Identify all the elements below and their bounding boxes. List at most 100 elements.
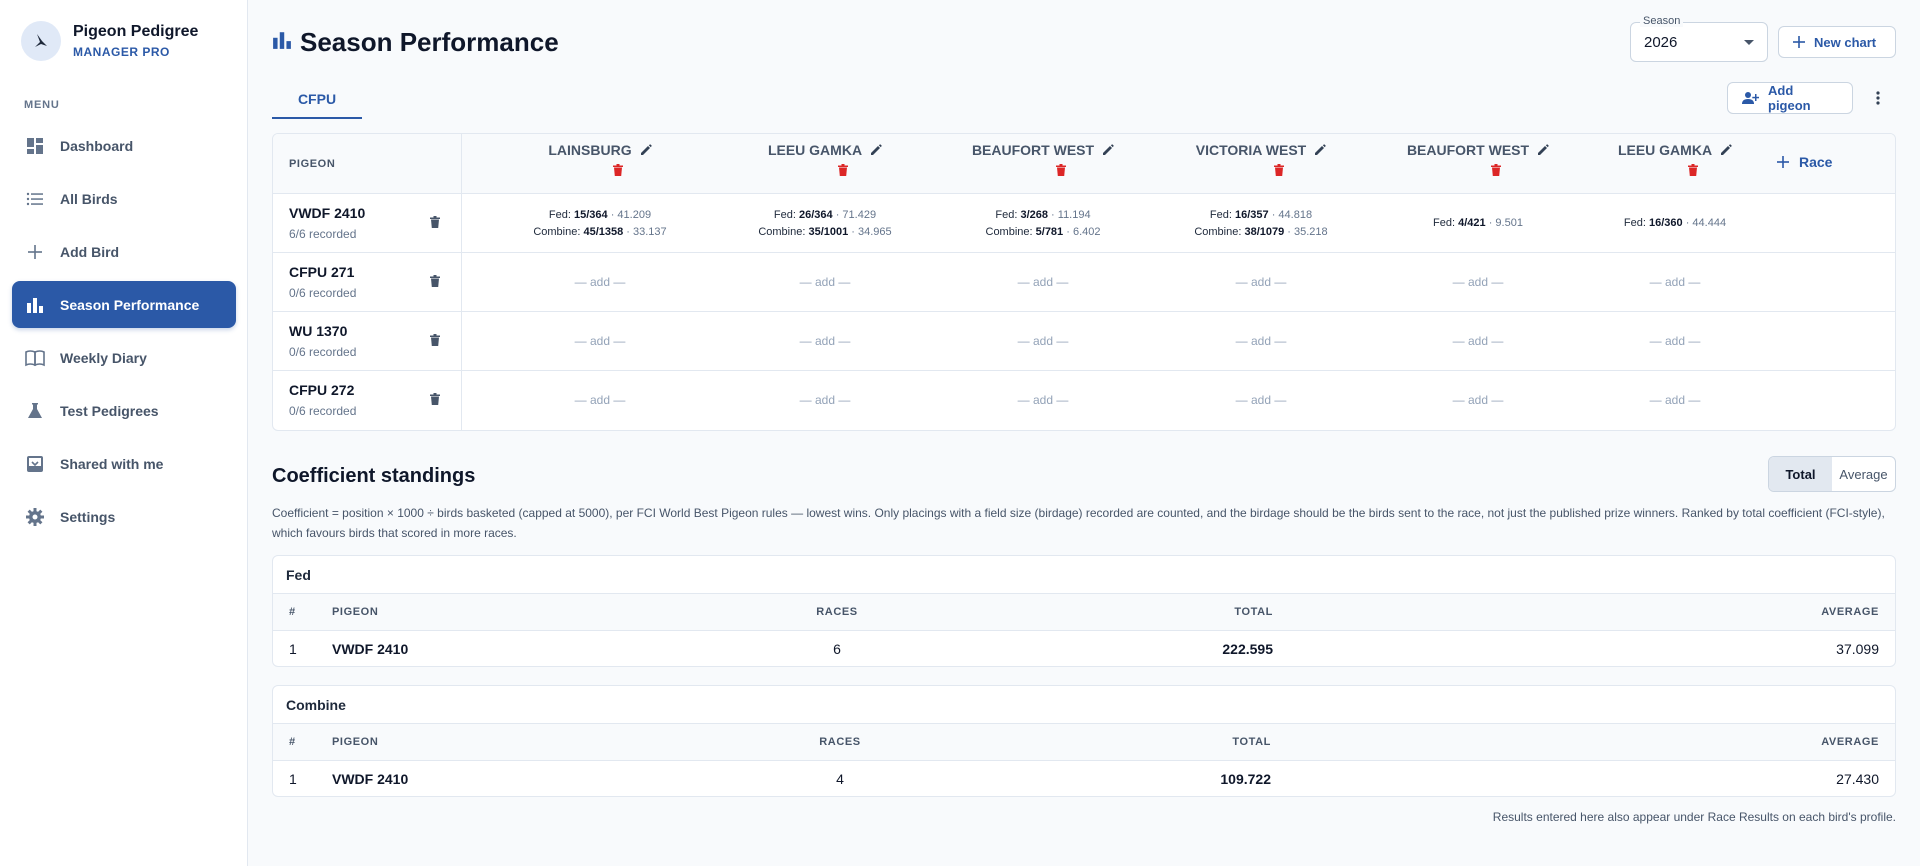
pigeon-ring-number[interactable]: WU 1370 bbox=[289, 323, 347, 339]
edit-race-icon[interactable] bbox=[1720, 144, 1732, 156]
sidebar-item-test-pedigrees[interactable]: Test Pedigrees bbox=[12, 387, 236, 434]
add-result-cell[interactable]: — add — bbox=[1575, 253, 1775, 312]
combine-placing: 38/1079 bbox=[1244, 225, 1285, 238]
fed-label: Fed: bbox=[548, 208, 571, 221]
edit-race-icon[interactable] bbox=[1537, 144, 1549, 156]
race-column-header: BEAUFORT WEST bbox=[1378, 134, 1578, 194]
standings-header-row: # PIGEON RACES TOTAL AVERAGE bbox=[273, 724, 1895, 761]
add-pigeon-button[interactable]: Add pigeon bbox=[1727, 82, 1853, 114]
sidebar-item-label: Test Pedigrees bbox=[60, 402, 159, 419]
add-result-cell[interactable]: — add — bbox=[725, 312, 925, 371]
races-column-header: RACES bbox=[816, 606, 858, 618]
races-cell: 4 bbox=[836, 771, 844, 787]
sidebar-item-season-performance[interactable]: Season Performance bbox=[12, 281, 236, 328]
sidebar-item-shared-with-me[interactable]: Shared with me bbox=[12, 440, 236, 487]
add-result-cell[interactable]: — add — bbox=[1161, 253, 1361, 312]
brand-subtitle: MANAGER PRO bbox=[73, 45, 170, 59]
sidebar-item-weekly-diary[interactable]: Weekly Diary bbox=[12, 334, 236, 381]
delete-race-icon[interactable] bbox=[1274, 164, 1284, 176]
edit-race-icon[interactable] bbox=[1102, 144, 1114, 156]
delete-race-icon[interactable] bbox=[1491, 164, 1501, 176]
plus-icon bbox=[1777, 156, 1789, 168]
add-result-cell[interactable]: — add — bbox=[500, 253, 700, 312]
race-column-header: LEEU GAMKA bbox=[1575, 134, 1775, 194]
new-chart-label: New chart bbox=[1814, 34, 1877, 50]
race-result-cell[interactable]: Fed: 16/360 · 44.444 bbox=[1575, 194, 1775, 253]
race-name: LEEU GAMKA bbox=[1617, 142, 1713, 158]
race-column-header: BEAUFORT WEST bbox=[943, 134, 1143, 194]
pigeon-ring-number[interactable]: CFPU 272 bbox=[289, 382, 354, 398]
delete-pigeon-icon[interactable] bbox=[430, 275, 440, 287]
add-result-cell[interactable]: — add — bbox=[725, 253, 925, 312]
add-result-cell[interactable]: — add — bbox=[1575, 371, 1775, 430]
sidebar-nav: Dashboard All Birds Add Bird Season Perf… bbox=[12, 122, 236, 546]
race-result-cell[interactable]: Fed: 4/421 · 9.501 bbox=[1378, 194, 1578, 253]
add-result-cell[interactable]: — add — bbox=[1161, 371, 1361, 430]
add-result-cell[interactable]: — add — bbox=[943, 312, 1143, 371]
total-cell: 109.722 bbox=[1220, 771, 1271, 787]
add-race-button[interactable]: Race bbox=[1777, 154, 1832, 170]
sidebar-item-add-bird[interactable]: Add Bird bbox=[12, 228, 236, 275]
add-result-cell[interactable]: — add — bbox=[1378, 312, 1578, 371]
race-result-cell[interactable]: Fed: 16/357 · 44.818 Combine: 38/1079 · 3… bbox=[1161, 194, 1361, 253]
rank-column-header: # bbox=[289, 606, 296, 618]
delete-race-icon[interactable] bbox=[838, 164, 848, 176]
delete-pigeon-icon[interactable] bbox=[430, 334, 440, 346]
race-result-cell[interactable]: Fed: 3/268 · 11.194 Combine: 5/781 · 6.40… bbox=[943, 194, 1143, 253]
fed-placing: 15/364 bbox=[573, 208, 608, 221]
combine-placing: 45/1358 bbox=[583, 225, 624, 238]
add-result-cell[interactable]: — add — bbox=[1575, 312, 1775, 371]
brand-name: Pigeon Pedigree bbox=[73, 23, 199, 40]
add-result-cell[interactable]: — add — bbox=[1161, 312, 1361, 371]
add-result-cell[interactable]: — add — bbox=[1378, 371, 1578, 430]
add-race-label: Race bbox=[1799, 154, 1833, 170]
combine-result: Combine: 5/781 · 6.402 bbox=[986, 224, 1101, 241]
race-result-cell[interactable]: Fed: 15/364 · 41.209 Combine: 45/1358 · 3… bbox=[500, 194, 700, 253]
table-row: CFPU 272 0/6 recorded — add — — add — — add … bbox=[273, 371, 1895, 430]
table-row[interactable]: 1 VWDF 2410 6 222.595 37.099 bbox=[273, 631, 1895, 666]
fed-placing: 16/357 bbox=[1234, 208, 1269, 221]
tab-bar: CFPU bbox=[272, 83, 1896, 119]
total-column-header: TOTAL bbox=[1234, 606, 1273, 618]
edit-race-icon[interactable] bbox=[870, 144, 882, 156]
delete-race-icon[interactable] bbox=[1688, 164, 1698, 176]
toggle-total[interactable]: Total bbox=[1769, 457, 1832, 491]
delete-race-icon[interactable] bbox=[1056, 164, 1066, 176]
pigeon-column-header: PIGEON bbox=[332, 736, 379, 748]
delete-pigeon-icon[interactable] bbox=[430, 216, 440, 228]
add-result-cell[interactable]: — add — bbox=[1378, 253, 1578, 312]
edit-race-icon[interactable] bbox=[640, 144, 652, 156]
standings-header-row: # PIGEON RACES TOTAL AVERAGE bbox=[273, 594, 1895, 631]
recorded-count: 6/6 recorded bbox=[289, 227, 357, 241]
race-result-cell[interactable]: Fed: 26/364 · 71.429 Combine: 35/1001 · 3… bbox=[725, 194, 925, 253]
edit-race-icon[interactable] bbox=[1314, 144, 1327, 156]
combine-coefficient: · 34.965 bbox=[851, 225, 892, 238]
gear-icon bbox=[25, 507, 45, 527]
sidebar-item-label: Weekly Diary bbox=[60, 349, 147, 366]
table-row[interactable]: 1 VWDF 2410 4 109.722 27.430 bbox=[273, 761, 1895, 796]
more-options-icon[interactable] bbox=[1868, 86, 1888, 110]
brand[interactable]: Pigeon Pedigree MANAGER PRO bbox=[21, 21, 198, 61]
pigeon-column-header: PIGEON bbox=[332, 606, 379, 618]
sidebar-item-dashboard[interactable]: Dashboard bbox=[12, 122, 236, 169]
delete-race-icon[interactable] bbox=[613, 164, 623, 176]
race-column-header: LEEU GAMKA bbox=[725, 134, 925, 194]
dashboard-icon bbox=[25, 136, 45, 156]
add-result-cell[interactable]: — add — bbox=[500, 312, 700, 371]
new-chart-button[interactable]: New chart bbox=[1778, 26, 1896, 58]
pigeon-ring-number[interactable]: CFPU 271 bbox=[289, 264, 354, 280]
fed-result: Fed: 15/364 · 41.209 bbox=[549, 207, 651, 224]
pigeon-ring-number[interactable]: VWDF 2410 bbox=[289, 205, 365, 221]
fed-placing: 16/360 bbox=[1648, 217, 1683, 229]
race-results-table: PIGEON LAINSBURG LEEU GAMKA BEAUFORT WEST V… bbox=[272, 133, 1896, 431]
add-result-cell[interactable]: — add — bbox=[500, 371, 700, 430]
add-result-cell[interactable]: — add — bbox=[943, 253, 1143, 312]
add-result-cell[interactable]: — add — bbox=[943, 371, 1143, 430]
season-select[interactable]: Season 2026 bbox=[1630, 15, 1768, 62]
sidebar-item-all-birds[interactable]: All Birds bbox=[12, 175, 236, 222]
tab-cfpu[interactable]: CFPU bbox=[272, 83, 362, 119]
add-result-cell[interactable]: — add — bbox=[725, 371, 925, 430]
toggle-average[interactable]: Average bbox=[1832, 457, 1895, 491]
delete-pigeon-icon[interactable] bbox=[430, 393, 440, 405]
sidebar-item-settings[interactable]: Settings bbox=[12, 493, 236, 540]
